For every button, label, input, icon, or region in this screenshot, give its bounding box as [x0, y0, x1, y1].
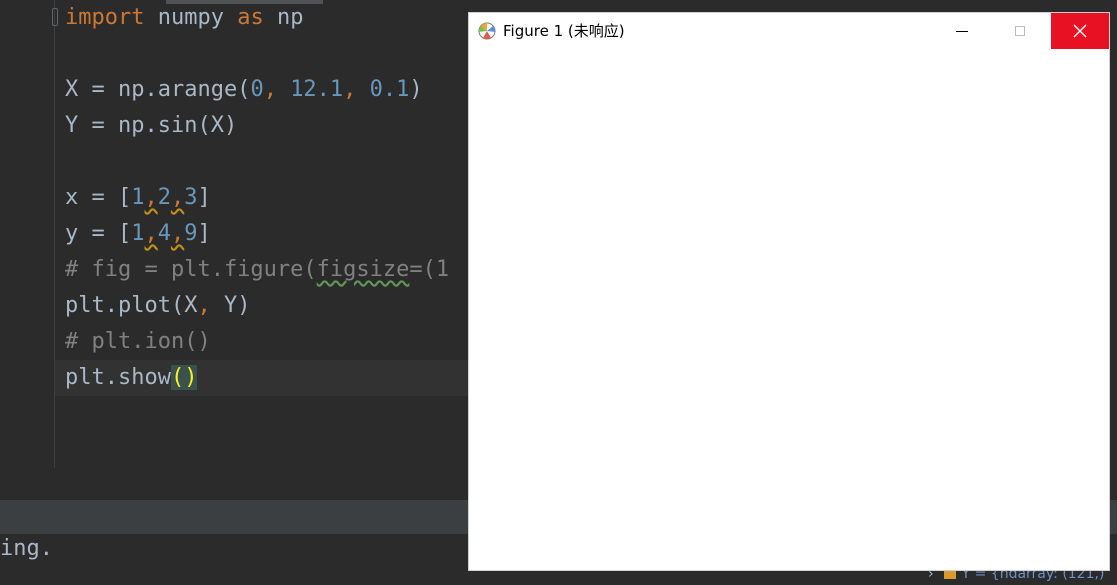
code-token: ()	[170, 365, 198, 390]
code-token: 2	[157, 185, 171, 210]
code-line[interactable]: import numpy as np	[65, 0, 303, 36]
code-token: ,	[170, 185, 185, 210]
maximize-button[interactable]	[991, 13, 1049, 49]
code-token: ,	[144, 221, 158, 246]
code-token: as	[237, 5, 264, 30]
code-line[interactable]: plt.show()	[65, 360, 198, 396]
code-token: # fig = plt.figure(	[65, 257, 317, 282]
console-output: ing.	[0, 536, 53, 561]
fold-marker-icon[interactable]	[52, 8, 58, 26]
code-token: 12.1	[290, 77, 344, 102]
code-token: ]	[197, 221, 211, 246]
code-token: plt.show	[65, 365, 171, 390]
code-token: numpy	[144, 5, 238, 30]
code-token: plt.plot(X	[65, 293, 198, 318]
code-token: figsize	[316, 257, 410, 282]
window-title: Figure 1 (未响应)	[503, 22, 625, 40]
code-token: 1	[131, 221, 145, 246]
window-titlebar[interactable]: Figure 1 (未响应)	[469, 13, 1109, 49]
matplotlib-icon	[478, 22, 496, 40]
code-line[interactable]: # plt.ion()	[65, 324, 211, 360]
code-token: 3	[184, 185, 198, 210]
code-token: # plt.ion()	[65, 329, 211, 354]
code-token: =(1	[409, 257, 450, 282]
gutter-divider	[54, 0, 55, 468]
minimize-icon	[956, 30, 968, 32]
code-token: )	[409, 77, 423, 102]
code-token: ,	[170, 221, 185, 246]
code-token: Y)	[223, 293, 251, 318]
code-token: X = np.arange(	[65, 77, 251, 102]
code-token: Y = np.sin(X)	[65, 113, 238, 138]
code-token: ]	[197, 185, 211, 210]
figure-window[interactable]: Figure 1 (未响应)	[469, 13, 1109, 570]
close-button[interactable]	[1051, 13, 1109, 49]
code-token: y = [	[65, 221, 132, 246]
code-line[interactable]: plt.plot(X, Y)	[65, 288, 250, 324]
code-token: ,	[197, 293, 224, 318]
maximize-icon	[1015, 26, 1025, 36]
code-line[interactable]: y = [1,4,9]	[65, 216, 211, 252]
code-token: import	[65, 5, 145, 30]
minimize-button[interactable]	[933, 13, 991, 49]
code-token: 9	[184, 221, 198, 246]
code-token: 0.1	[369, 77, 410, 102]
code-line[interactable]: x = [1,2,3]	[65, 180, 211, 216]
figure-canvas[interactable]	[469, 49, 1109, 570]
code-line[interactable]: X = np.arange(0, 12.1, 0.1)	[65, 72, 423, 108]
code-token: ,	[144, 185, 158, 210]
code-token: ,	[263, 77, 291, 102]
code-token: 1	[131, 185, 145, 210]
code-token: np	[263, 5, 304, 30]
code-line[interactable]: Y = np.sin(X)	[65, 108, 237, 144]
code-token: x = [	[65, 185, 132, 210]
code-token: 4	[157, 221, 171, 246]
close-icon	[1073, 24, 1087, 38]
code-token: 0	[250, 77, 264, 102]
code-token: ,	[343, 77, 370, 102]
code-line[interactable]: # fig = plt.figure(figsize=(1	[65, 252, 449, 288]
